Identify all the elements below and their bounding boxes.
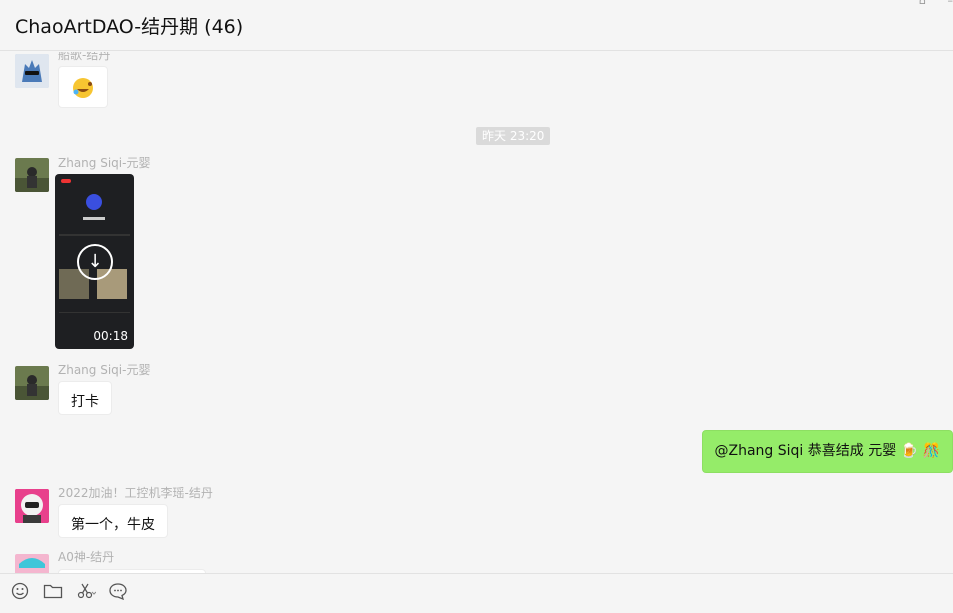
- video-message[interactable]: ↓ 00:18: [55, 174, 134, 349]
- sender-name: Zhang Siqi-元婴: [58, 363, 151, 377]
- avatar[interactable]: [15, 489, 49, 523]
- video-duration: 00:18: [93, 329, 128, 343]
- sender-name: Zhang Siqi-元婴: [58, 156, 151, 170]
- scissors-icon[interactable]: [75, 582, 97, 604]
- chat-title: ChaoArtDAO-结丹期 (46): [15, 16, 244, 38]
- pin-icon[interactable]: ⌂: [919, 0, 926, 7]
- timestamp: 昨天 23:20: [476, 127, 551, 145]
- laughing-emoji-icon: [73, 78, 93, 98]
- window-controls: ⌂ –: [901, 0, 953, 7]
- sender-name: 船歌-结丹: [58, 52, 111, 62]
- sender-name: A0神-结丹: [58, 550, 115, 564]
- avatar[interactable]: [15, 554, 49, 573]
- minimize-icon[interactable]: –: [948, 0, 953, 7]
- message-bubble[interactable]: [58, 66, 108, 108]
- sender-name: 2022加油！工控机李瑶-结丹: [58, 486, 213, 500]
- message-bubble[interactable]: 打卡: [58, 381, 112, 415]
- emoji-icon[interactable]: [9, 582, 31, 604]
- my-message-bubble[interactable]: @Zhang Siqi 恭喜结成 元婴 🍺 🎊: [701, 430, 953, 473]
- message-list[interactable]: 船歌-结丹 昨天 23:20 Zhang Siqi-元婴 ↓ 00:18 Zha…: [0, 52, 953, 573]
- chat-header: ChaoArtDAO-结丹期 (46) ⌂ –: [0, 0, 953, 51]
- avatar[interactable]: [15, 54, 49, 88]
- message-bubble[interactable]: 第一个，牛皮: [58, 504, 168, 538]
- chat-bubble-icon[interactable]: [107, 582, 129, 604]
- avatar[interactable]: [15, 158, 49, 192]
- folder-icon[interactable]: [42, 582, 64, 604]
- input-toolbar: [0, 573, 953, 613]
- avatar[interactable]: [15, 366, 49, 400]
- download-icon[interactable]: ↓: [77, 244, 113, 280]
